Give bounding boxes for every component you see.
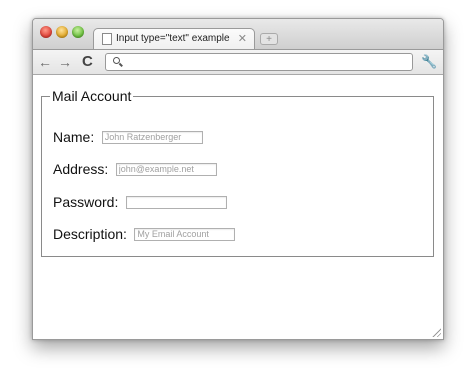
reload-icon[interactable]: C: [82, 53, 93, 71]
forward-arrow-icon[interactable]: →: [58, 53, 72, 71]
description-input[interactable]: [134, 227, 236, 241]
minimize-window-button[interactable]: [56, 26, 68, 38]
browser-window: Input type="text" example ✕ + ← → C 🔧 Ma…: [32, 18, 444, 340]
tab-title: Input type="text" example: [116, 33, 230, 44]
password-label: Password:: [53, 194, 119, 210]
back-arrow-icon[interactable]: ←: [38, 53, 52, 71]
name-label: Name:: [53, 129, 95, 145]
new-tab-button[interactable]: +: [260, 33, 278, 45]
browser-toolbar: ← → C 🔧: [33, 49, 443, 75]
page-icon: [102, 33, 112, 45]
wrench-icon[interactable]: 🔧: [421, 53, 437, 71]
password-row: Password:: [53, 193, 227, 213]
password-input[interactable]: [125, 195, 227, 209]
tab-close-icon[interactable]: ✕: [238, 32, 247, 45]
resize-grip-icon[interactable]: [431, 327, 441, 337]
address-row: Address:: [53, 160, 217, 180]
address-bar[interactable]: [105, 53, 413, 71]
description-label: Description:: [53, 226, 127, 242]
address-input[interactable]: [115, 162, 217, 176]
close-window-button[interactable]: [40, 26, 52, 38]
fieldset-legend: Mail Account: [52, 88, 132, 104]
name-input[interactable]: [101, 130, 203, 144]
address-label: Address:: [53, 161, 109, 177]
description-row: Description:: [53, 225, 236, 245]
title-bar: Input type="text" example ✕ +: [33, 19, 443, 49]
page-content: Mail Account Name: Address: Password: De…: [33, 75, 443, 339]
name-row: Name:: [53, 128, 203, 148]
zoom-window-button[interactable]: [72, 26, 84, 38]
browser-tab[interactable]: Input type="text" example ✕: [93, 28, 255, 49]
mail-account-fieldset: Mail Account Name: Address: Password: De…: [41, 88, 434, 257]
search-icon: [113, 57, 120, 64]
